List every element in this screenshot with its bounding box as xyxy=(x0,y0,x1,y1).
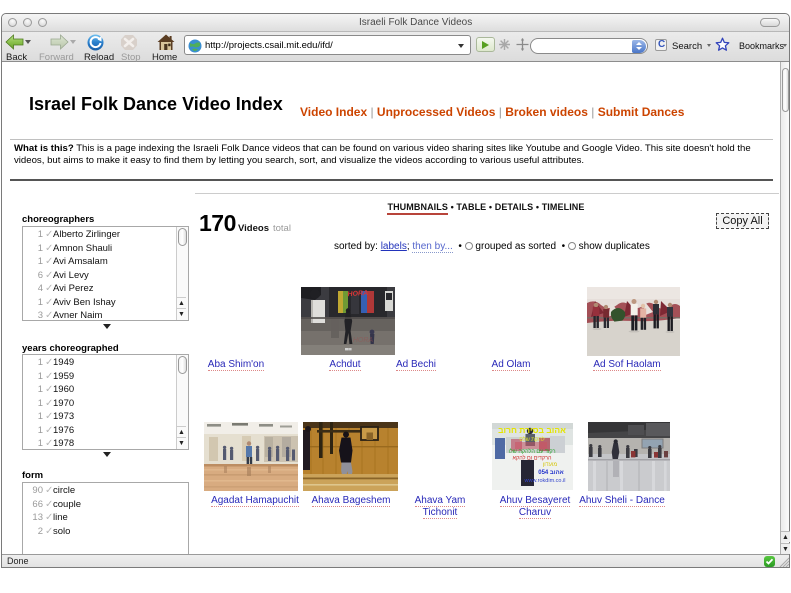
svg-text:אהוב בסירת חרוב: אהוב בסירת חרוב xyxy=(498,425,566,435)
svg-text:מועדון: מועדון xyxy=(543,462,558,468)
svg-text:www.rokdim.co.il: www.rokdim.co.il xyxy=(524,478,566,484)
svg-text:HORA: HORA xyxy=(353,337,374,344)
svg-text:אהוב 054: אהוב 054 xyxy=(538,470,563,476)
svg-text:רקוד עם הלהקה שלו: רקוד עם הלהקה שלו xyxy=(508,448,555,455)
svg-text:הרקדים ום להקא: הרקדים ום להקא xyxy=(513,455,552,462)
svg-text:להקת שלס: להקת שלס xyxy=(519,436,544,443)
svg-text:HORA: HORA xyxy=(347,290,368,298)
